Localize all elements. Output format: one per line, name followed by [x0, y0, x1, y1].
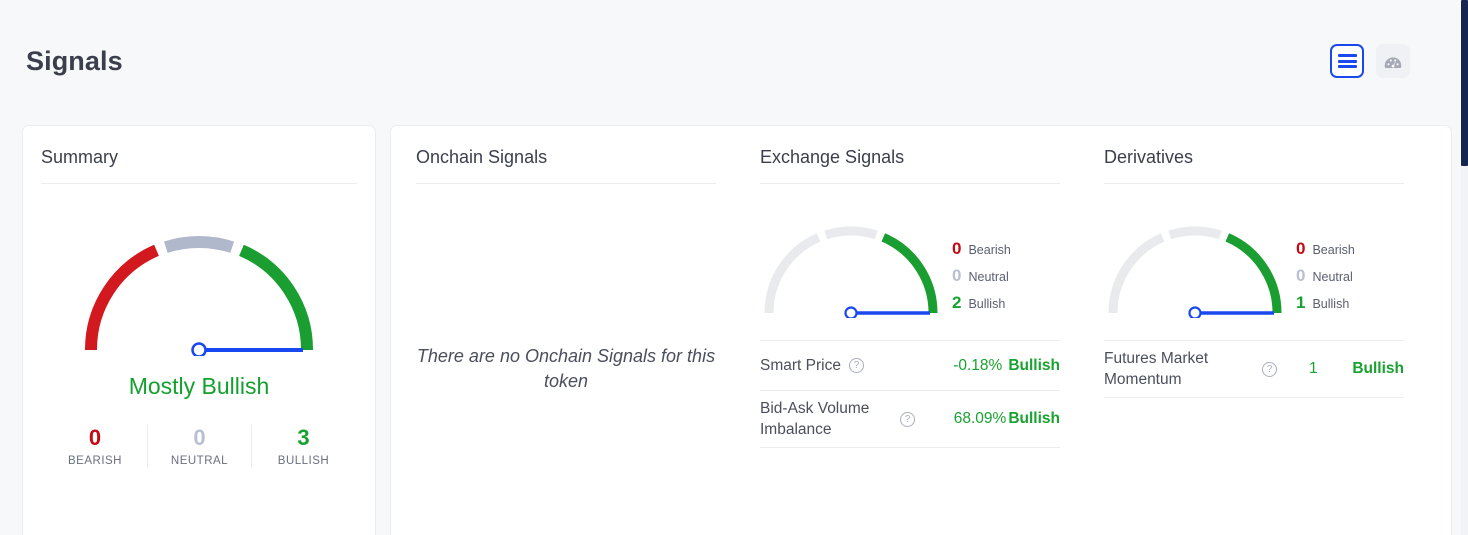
exchange-legend: 0 Bearish 0 Neutral 2 Bullish: [952, 240, 1011, 312]
gauge-arc-neutral: [824, 226, 878, 240]
cards-container: Summary Mostly Bullish 0 BEARISH 0 NEUTR…: [0, 125, 1452, 535]
exchange-column: Exchange Signals 0 Bearish 0 Neutral 2 B…: [760, 146, 1060, 448]
gauge-arc-bullish: [1225, 233, 1282, 314]
gauge-arc-bearish: [764, 233, 821, 314]
signal-state: Bullish: [1008, 410, 1060, 427]
help-icon[interactable]: ?: [848, 358, 864, 373]
signal-name: Bid-Ask Volume Imbalance: [760, 400, 870, 438]
exchange-title: Exchange Signals: [760, 147, 905, 167]
count-bearish: 0 BEARISH: [43, 425, 147, 467]
legend-neutral-value: 0: [1296, 266, 1306, 285]
signal-row-bid-ask-volume-imbalance[interactable]: Bid-Ask Volume Imbalance ? 68.09% Bullis…: [760, 390, 1060, 448]
signal-state: Bullish: [1352, 360, 1404, 377]
signal-row-futures-market-momentum[interactable]: Futures Market Momentum ? 1 Bullish: [1104, 340, 1404, 398]
gauge-needle-hub: [1188, 306, 1202, 318]
gauge-arc-bullish: [881, 233, 938, 314]
gauge-icon: [1384, 57, 1402, 68]
derivatives-divider: [1104, 183, 1404, 184]
count-bearish-value: 0: [88, 425, 102, 450]
legend-item-neutral: 0 Neutral: [952, 267, 1011, 285]
summary-card: Summary Mostly Bullish 0 BEARISH 0 NEUTR…: [22, 125, 376, 535]
gauge-view-toggle[interactable]: [1376, 44, 1410, 78]
summary-title: Summary: [41, 147, 119, 167]
legend-item-bullish: 1 Bullish: [1296, 294, 1355, 312]
signal-value: -0.18%: [953, 356, 1003, 374]
count-bullish-value: 3: [297, 425, 310, 450]
gauge-needle-hub: [191, 342, 207, 356]
legend-bearish-value: 0: [952, 239, 962, 258]
page-header: Signals: [0, 0, 1452, 108]
help-icon[interactable]: ?: [900, 411, 915, 427]
signal-value: 1: [1309, 360, 1318, 377]
derivatives-column: Derivatives 0 Bearish 0 Neutral 1 Bullis…: [1104, 146, 1428, 398]
onchain-divider: [416, 183, 716, 184]
count-neutral-label: NEUTRAL: [170, 455, 229, 467]
help-icon[interactable]: ?: [1262, 361, 1277, 377]
summary-gauge: [79, 230, 319, 356]
legend-bullish-value: 2: [952, 293, 962, 312]
onchain-empty-message: There are no Onchain Signals for this to…: [416, 346, 716, 391]
legend-item-neutral: 0 Neutral: [1296, 267, 1355, 285]
legend-bullish-label: Bullish: [1312, 297, 1350, 311]
legend-item-bearish: 0 Bearish: [952, 240, 1011, 258]
legend-neutral-label: Neutral: [968, 270, 1009, 284]
exchange-divider: [760, 183, 1060, 184]
signal-name: Futures Market Momentum: [1104, 350, 1209, 388]
count-neutral: 0 NEUTRAL: [147, 425, 251, 467]
signal-name: Smart Price: [760, 357, 841, 374]
exchange-signal-rows: Smart Price ? -0.18% Bullish Bid-Ask Vol…: [760, 340, 1060, 448]
list-view-toggle[interactable]: [1330, 44, 1364, 78]
legend-item-bearish: 0 Bearish: [1296, 240, 1355, 258]
page-scrollbar-thumb[interactable]: [1461, 0, 1468, 166]
derivatives-gauge-area: 0 Bearish 0 Neutral 1 Bullish: [1104, 222, 1428, 318]
legend-item-bullish: 2 Bullish: [952, 294, 1011, 312]
signal-row-smart-price[interactable]: Smart Price ? -0.18% Bullish: [760, 340, 1060, 390]
signal-value: 68.09%: [953, 410, 1007, 427]
derivatives-title: Derivatives: [1104, 147, 1194, 167]
legend-bearish-label: Bearish: [968, 243, 1011, 257]
exchange-gauge-area: 0 Bearish 0 Neutral 2 Bullish: [760, 222, 1060, 318]
summary-divider: [41, 183, 357, 184]
count-bearish-label: BEARISH: [68, 455, 122, 467]
legend-bullish-label: Bullish: [968, 297, 1006, 311]
gauge-arc-neutral: [163, 235, 235, 253]
legend-neutral-value: 0: [952, 266, 962, 285]
gauge-arc-bearish: [1108, 233, 1165, 314]
signal-state: Bullish: [1008, 356, 1060, 374]
derivatives-signal-rows: Futures Market Momentum ? 1 Bullish: [1104, 340, 1404, 398]
count-bullish: 3 BULLISH: [251, 425, 355, 467]
onchain-title: Onchain Signals: [416, 147, 548, 167]
gauge-arc-bearish: [84, 244, 159, 351]
list-icon: [1337, 54, 1357, 68]
legend-bullish-value: 1: [1296, 293, 1306, 312]
count-bullish-label: BULLISH: [277, 455, 330, 467]
onchain-column: Onchain Signals There are no Onchain Sig…: [416, 146, 716, 394]
legend-bearish-label: Bearish: [1312, 243, 1355, 257]
count-neutral-value: 0: [193, 425, 206, 450]
signals-card: Onchain Signals There are no Onchain Sig…: [390, 125, 1452, 535]
legend-bearish-value: 0: [1296, 239, 1306, 258]
page-scrollbar[interactable]: [1461, 0, 1468, 535]
exchange-gauge: [760, 222, 942, 318]
summary-verdict: Mostly Bullish: [128, 373, 270, 399]
signals-page: Signals Summary Mostly Bullish 0 BEARISH…: [0, 0, 1468, 535]
gauge-arc-neutral: [1168, 226, 1222, 240]
derivatives-gauge: [1104, 222, 1286, 318]
page-title: Signals: [26, 46, 123, 76]
derivatives-legend: 0 Bearish 0 Neutral 1 Bullish: [1296, 240, 1355, 312]
legend-neutral-label: Neutral: [1312, 270, 1353, 284]
header-actions: [1330, 44, 1410, 78]
gauge-arc-bullish: [239, 244, 314, 351]
summary-counts: 0 BEARISH 0 NEUTRAL 3 BULLISH: [41, 425, 357, 467]
gauge-needle-hub: [844, 306, 858, 318]
